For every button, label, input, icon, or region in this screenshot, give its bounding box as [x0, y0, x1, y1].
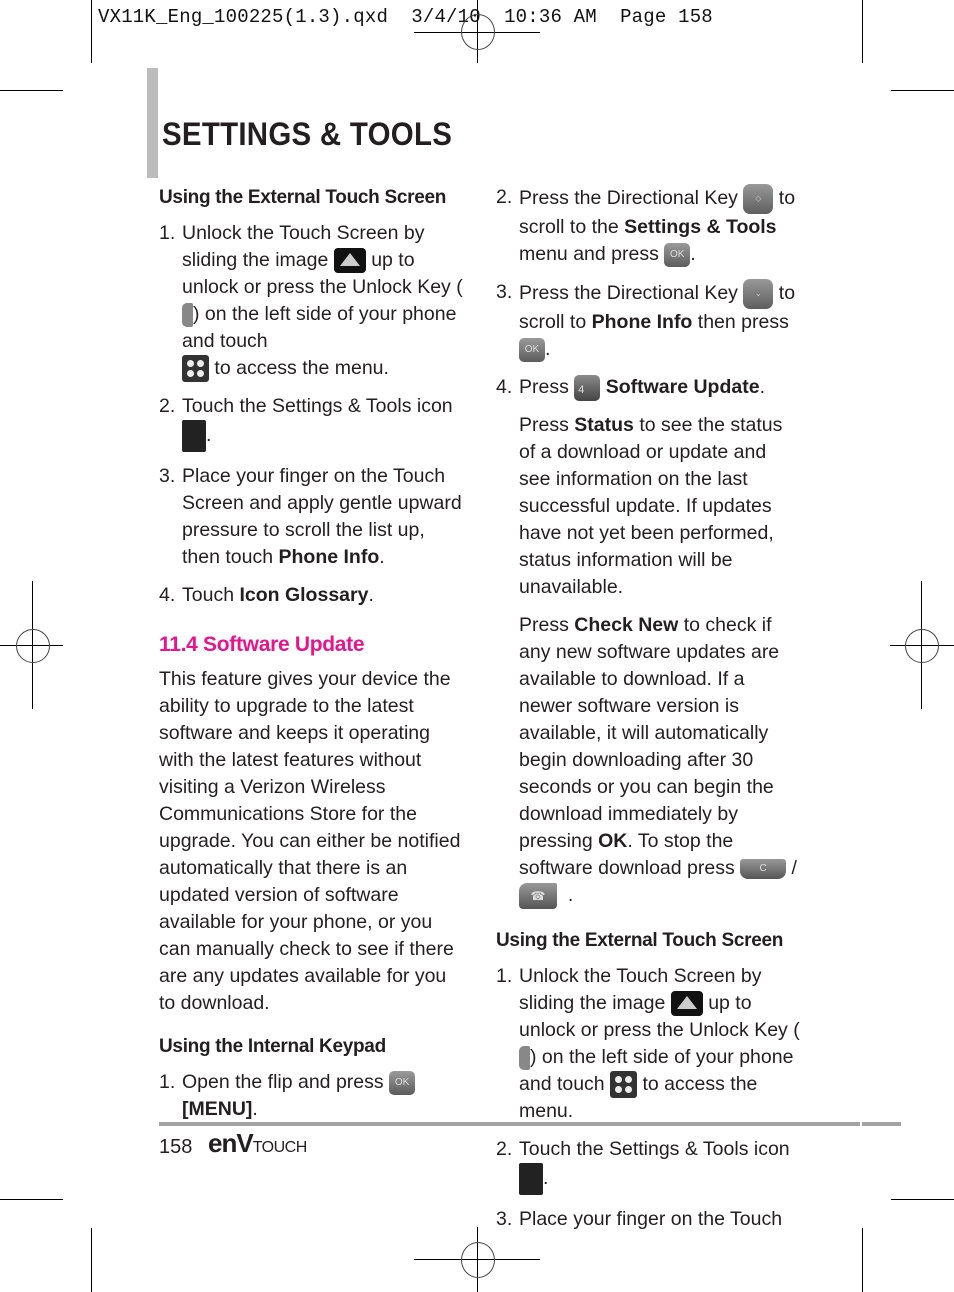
section-heading: 11.4 Software Update: [159, 633, 365, 657]
brand-logo: enVTOUCH: [208, 1128, 307, 1158]
page-title: SETTINGS & TOOLS: [162, 116, 453, 152]
internal-keypad-heading: Using the Internal Keypad: [159, 1036, 386, 1058]
list-item: 1. Unlock the Touch Screen by sliding th…: [159, 220, 464, 383]
list-item: 1. Unlock the Touch Screen by sliding th…: [496, 965, 800, 1123]
crop-mark: [891, 90, 954, 91]
ok-key-icon: OK: [389, 1071, 416, 1096]
four-key-icon: 4: [574, 374, 601, 401]
list-item: 1. Open the flip and press OK [MENU].: [159, 1069, 464, 1123]
list-item: 2. Touch the Settings & Tools icon .: [159, 393, 464, 453]
right-column: 2. Press the Directional Key ◇ to scroll…: [496, 184, 801, 1244]
registration-mark: [905, 629, 939, 663]
registration-mark: [461, 1242, 495, 1278]
footer-rule: [159, 1122, 901, 1126]
list-item: 2. Press the Directional Key ◇ to scroll…: [496, 184, 796, 267]
crop-mark: [0, 1199, 63, 1200]
menu-icon: [182, 355, 209, 383]
print-slug: VX11K_Eng_100225(1.3).qxd 3/4/10 10:36 A…: [98, 6, 713, 28]
unlock-slider-icon: [333, 248, 366, 274]
list-item: 3. Place your finger on the Touch Screen…: [159, 465, 462, 569]
title-accent-bar: [147, 68, 158, 178]
clear-key-icon: C: [740, 858, 787, 879]
unlock-slider-icon: [670, 991, 703, 1017]
unlock-key-icon: [519, 1045, 530, 1070]
crop-mark: [891, 1199, 954, 1200]
list-item: 4. Press 4 Software Update.: [496, 374, 801, 401]
ok-key-icon: OK: [519, 337, 545, 362]
crop-mark: [91, 0, 92, 63]
crop-mark: [862, 0, 863, 63]
list-item: 3. Press the Directional Key ⌄ to scroll…: [496, 279, 796, 362]
unlock-key-icon: [182, 302, 193, 327]
page-number: 158: [159, 1136, 193, 1158]
crop-mark: [862, 1228, 863, 1292]
registration-mark: [16, 629, 50, 663]
ok-key-icon: OK: [664, 242, 691, 267]
check-new-paragraph: Press Check New to check if any new soft…: [519, 612, 801, 909]
directional-key-icon: ◇: [743, 184, 774, 214]
registration-mark: [461, 14, 495, 50]
external-touch-heading: Using the External Touch Screen: [159, 187, 447, 208]
menu-icon: [610, 1071, 638, 1099]
crop-mark: [0, 90, 63, 91]
list-item: 2. Touch the Settings & Tools icon .: [496, 1136, 801, 1196]
list-item: 3. Place your finger on the Touch: [496, 1208, 783, 1231]
settings-tools-icon: [182, 420, 206, 453]
external-touch-heading: Using the External Touch Screen: [496, 930, 784, 951]
settings-tools-icon: [519, 1163, 543, 1196]
list-item: 4. Touch Icon Glossary.: [159, 584, 374, 607]
section-body: This feature gives your device the abili…: [159, 668, 461, 1015]
left-column: Using the External Touch Screen 1. Unloc…: [159, 184, 464, 1134]
crop-mark: [91, 1228, 92, 1292]
status-paragraph: Press Status to see the status of a down…: [519, 414, 783, 598]
directional-key-down-icon: ⌄: [743, 279, 774, 309]
end-key-icon: ☎: [519, 882, 557, 909]
